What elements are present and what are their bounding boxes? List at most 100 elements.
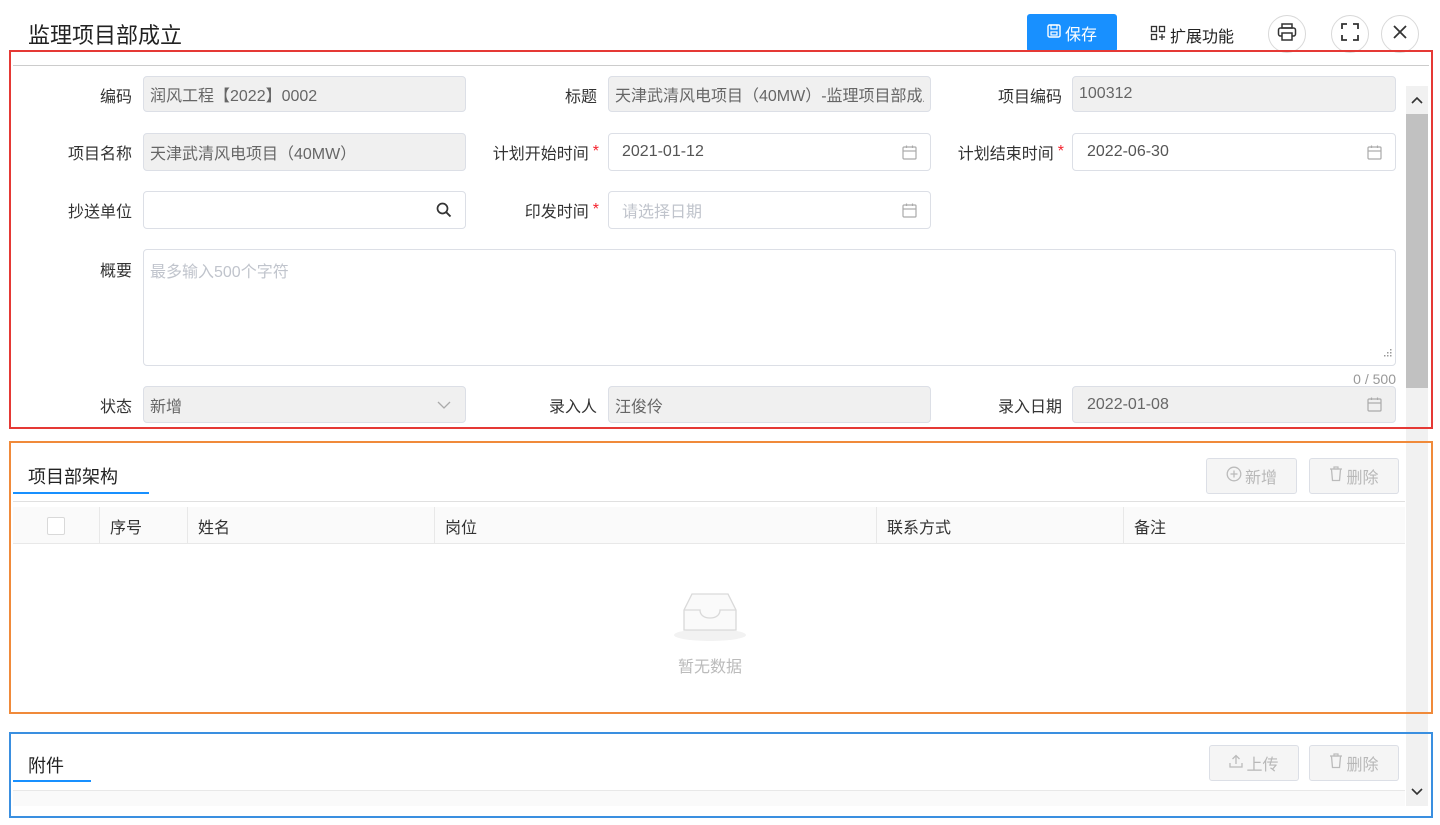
entry-date-label: 录入日期 — [944, 387, 1062, 423]
entered-by-label-text: 录入人 — [548, 399, 597, 416]
attachments-delete-label: 删除 — [1346, 757, 1379, 774]
grid-icon — [1150, 25, 1166, 46]
cc-unit-search-field[interactable] — [143, 191, 466, 229]
empty-state-text: 暂无数据 — [677, 659, 742, 676]
org-section-title: 项目部架构 — [28, 467, 118, 487]
plan-start-label-text: 计划开始时间 — [492, 146, 589, 163]
code-label: 编码 — [20, 77, 132, 113]
plan-end-label-text: 计划结束时间 — [957, 146, 1054, 163]
entered-by-label: 录入人 — [480, 387, 597, 423]
project-code-label-text: 项目编码 — [997, 89, 1062, 106]
summary-char-counter: 0 / 500 — [1353, 371, 1396, 387]
project-code-value: 100312 — [1079, 85, 1133, 102]
fullscreen-button[interactable] — [1331, 15, 1369, 53]
entry-date-value: 2022-01-08 — [1087, 395, 1169, 413]
extended-functions-button[interactable]: 扩展功能 — [1150, 22, 1234, 48]
code-field[interactable]: 润风工程【2022】0002 — [143, 76, 466, 112]
summary-placeholder: 最多输入500个字符 — [150, 264, 289, 281]
plan-end-date-picker[interactable]: 2022-06-30 — [1072, 133, 1396, 171]
fullscreen-icon — [1341, 22, 1359, 46]
attachments-section-underline — [13, 780, 91, 782]
plan-start-date-picker[interactable]: 2021-01-12 — [608, 133, 931, 171]
plan-start-value: 2021-01-12 — [622, 143, 704, 160]
code-label-text: 编码 — [99, 89, 132, 106]
org-section-underline — [13, 492, 149, 494]
summary-label: 概要 — [20, 251, 132, 287]
chevron-up-icon — [1411, 91, 1423, 109]
issue-date-label-text: 印发时间 — [524, 204, 589, 221]
org-add-label: 新增 — [1244, 470, 1277, 487]
column-header-remark[interactable]: 备注 — [1123, 507, 1405, 544]
trash-icon — [1329, 752, 1343, 774]
status-select[interactable]: 新增 — [143, 386, 466, 423]
summary-textarea[interactable]: 最多输入500个字符 — [143, 249, 1396, 366]
scroll-up-button[interactable] — [1408, 90, 1426, 110]
close-icon — [1392, 24, 1408, 45]
project-code-label: 项目编码 — [944, 77, 1062, 113]
attachments-delete-button[interactable]: 删除 — [1309, 745, 1399, 781]
select-all-cell — [13, 507, 99, 544]
extended-functions-label: 扩展功能 — [1170, 29, 1235, 46]
viewport-bottom-edge — [0, 806, 1406, 825]
close-button[interactable] — [1381, 15, 1419, 53]
title-field[interactable]: 天津武清风电项目（40MW）-监理项目部成立 — [608, 76, 931, 112]
project-code-field[interactable]: 100312 — [1072, 76, 1396, 112]
column-header-name[interactable]: 姓名 — [187, 507, 434, 544]
scroll-down-button[interactable] — [1408, 782, 1426, 802]
attachments-table-header — [13, 790, 1405, 806]
issue-date-placeholder: 请选择日期 — [622, 204, 703, 221]
plan-end-value: 2022-06-30 — [1087, 143, 1169, 160]
column-header-position[interactable]: 岗位 — [434, 507, 876, 544]
plan-start-label: 计划开始时间 * — [460, 134, 599, 170]
search-icon[interactable] — [435, 201, 453, 219]
save-label: 保存 — [1064, 27, 1097, 44]
attachments-section-title: 附件 — [28, 756, 64, 776]
status-label: 状态 — [20, 387, 132, 423]
column-header-contact[interactable]: 联系方式 — [876, 507, 1123, 544]
org-table-header: 序号 姓名 岗位 联系方式 备注 — [13, 507, 1405, 544]
issue-date-picker[interactable]: 请选择日期 — [608, 191, 931, 229]
title-value: 天津武清风电项目（40MW）-监理项目部成立 — [615, 88, 924, 105]
project-name-field[interactable]: 天津武清风电项目（40MW） — [143, 133, 466, 171]
chevron-down-icon — [435, 396, 453, 414]
plan-end-label: 计划结束时间 * — [924, 134, 1064, 170]
project-name-label: 项目名称 — [20, 134, 132, 170]
required-mark: * — [592, 201, 599, 218]
status-label-text: 状态 — [99, 399, 132, 416]
scrollbar-thumb[interactable] — [1406, 114, 1428, 388]
header-divider — [13, 65, 1429, 66]
calendar-icon — [900, 143, 918, 161]
cc-unit-label-text: 抄送单位 — [67, 204, 132, 221]
save-button[interactable]: 保存 — [1027, 14, 1117, 52]
summary-label-text: 概要 — [99, 263, 132, 280]
plus-circle-icon — [1226, 466, 1242, 487]
entry-date-picker[interactable]: 2022-01-08 — [1072, 386, 1396, 423]
project-name-value: 天津武清风电项目（40MW） — [150, 146, 357, 163]
required-mark: * — [592, 143, 599, 160]
chevron-down-icon — [1411, 783, 1423, 801]
inbox-icon — [670, 593, 750, 646]
status-value: 新增 — [150, 398, 183, 416]
cc-unit-label: 抄送单位 — [20, 192, 132, 228]
org-add-button[interactable]: 新增 — [1206, 458, 1297, 494]
print-button[interactable] — [1268, 15, 1306, 53]
calendar-icon — [1365, 396, 1383, 414]
required-mark: * — [1057, 143, 1064, 160]
title-label-text: 标题 — [564, 89, 597, 106]
column-header-index[interactable]: 序号 — [99, 507, 187, 544]
upload-button[interactable]: 上传 — [1209, 745, 1299, 781]
calendar-icon — [1365, 143, 1383, 161]
resize-handle-icon[interactable] — [1382, 344, 1392, 362]
upload-label: 上传 — [1246, 757, 1279, 774]
org-delete-button[interactable]: 删除 — [1309, 458, 1399, 494]
select-all-checkbox[interactable] — [47, 516, 65, 535]
upload-icon — [1229, 754, 1244, 773]
entered-by-field[interactable]: 汪俊伶 — [608, 386, 931, 423]
org-section-divider — [13, 501, 1405, 502]
entry-date-label-text: 录入日期 — [997, 399, 1062, 416]
project-name-label-text: 项目名称 — [67, 146, 132, 163]
trash-icon — [1329, 465, 1343, 487]
empty-state: 暂无数据 — [660, 590, 760, 677]
title-label: 标题 — [480, 77, 597, 113]
page-title: 监理项目部成立 — [28, 23, 183, 48]
